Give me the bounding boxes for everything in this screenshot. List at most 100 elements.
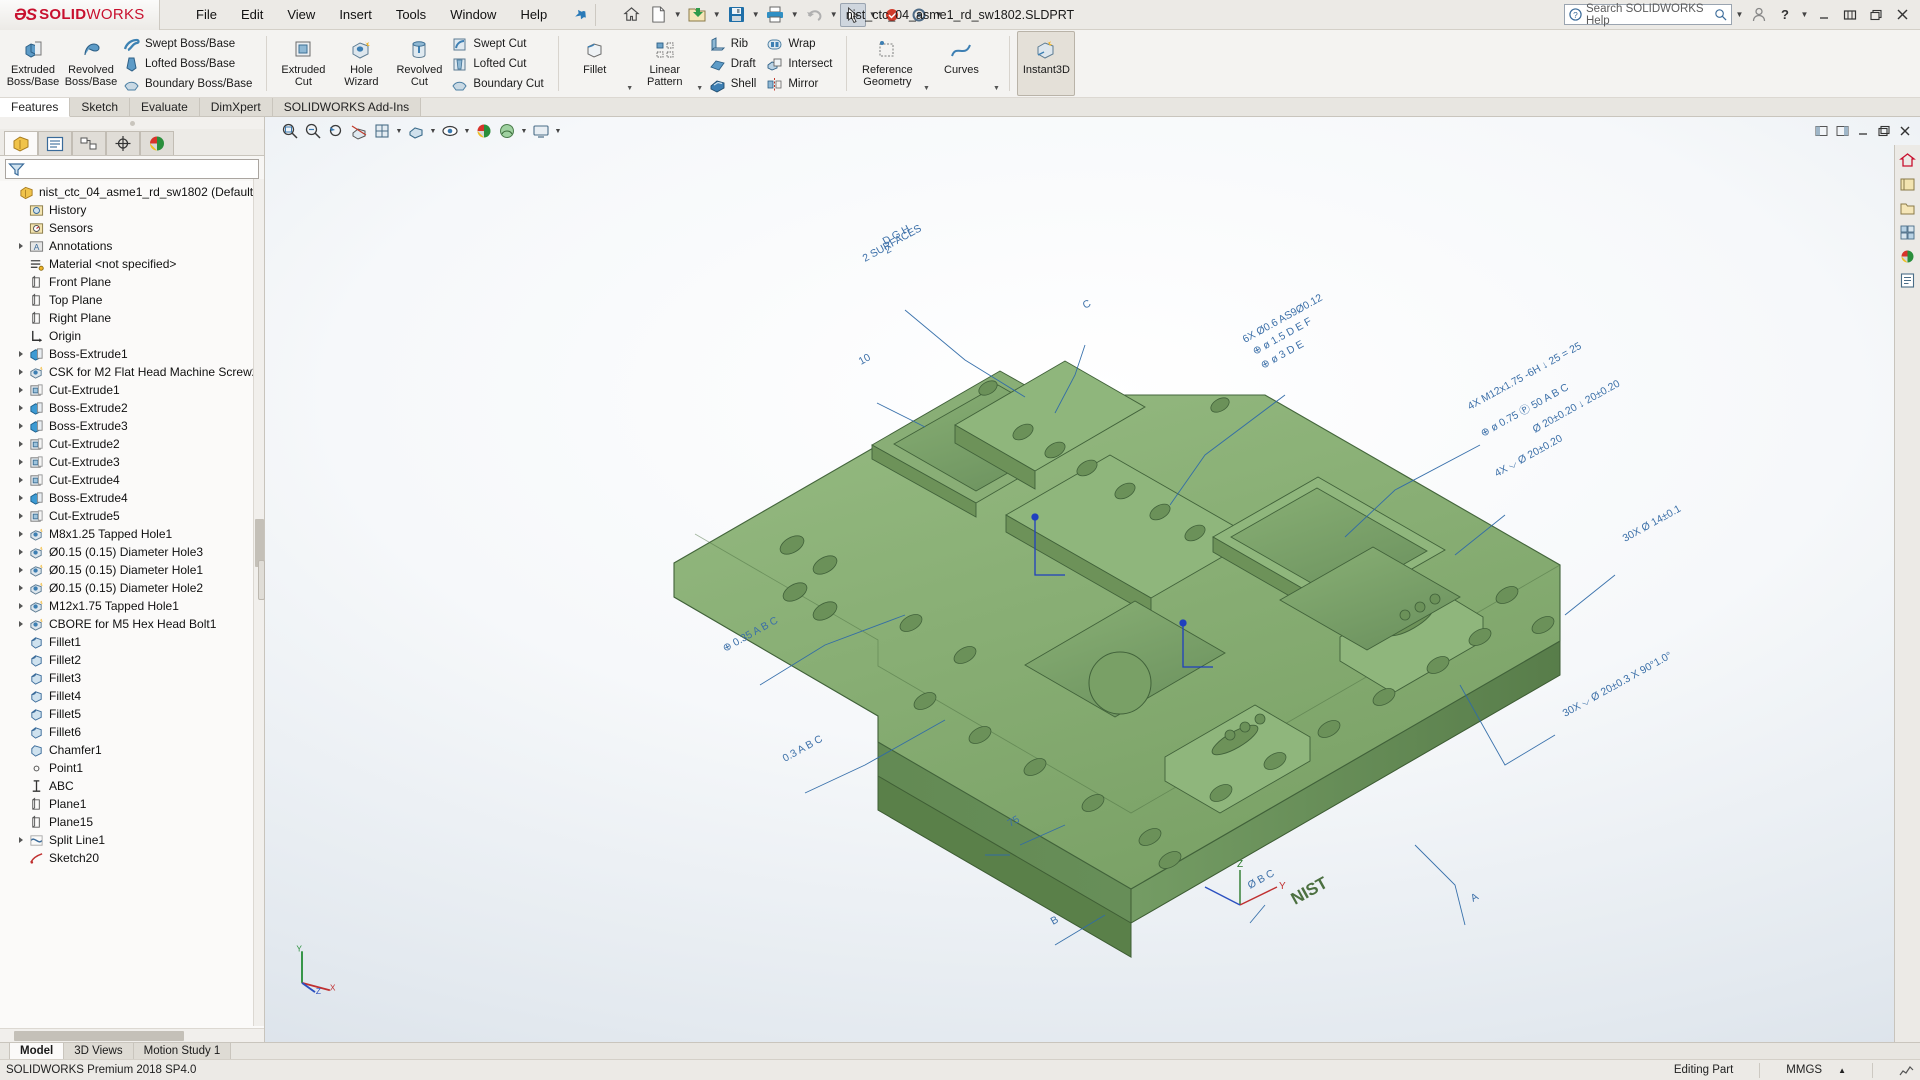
rebuild-icon[interactable]: [879, 3, 905, 27]
view-settings-caret-icon[interactable]: ▼: [553, 120, 563, 142]
menu-file[interactable]: File: [184, 2, 229, 27]
tree-item[interactable]: Fillet3: [0, 669, 264, 687]
user-account-icon[interactable]: [1747, 3, 1771, 27]
display-style-caret-icon[interactable]: ▼: [428, 120, 438, 142]
expand-arrow-icon[interactable]: [14, 513, 28, 519]
linear-pattern-button[interactable]: Linear Pattern: [636, 31, 694, 96]
expand-arrow-icon[interactable]: [14, 585, 28, 591]
expand-arrow-icon[interactable]: [14, 351, 28, 357]
open-folder-icon[interactable]: [684, 3, 710, 27]
view-settings-icon[interactable]: [530, 120, 552, 142]
expand-arrow-icon[interactable]: [14, 459, 28, 465]
expand-arrow-icon[interactable]: [14, 531, 28, 537]
tree-item[interactable]: Fillet6: [0, 723, 264, 741]
tree-item[interactable]: Material <not specified>: [0, 255, 264, 273]
status-units-label[interactable]: MMGS: [1786, 1064, 1822, 1076]
hide-show-items-icon[interactable]: [439, 120, 461, 142]
save-icon[interactable]: [723, 3, 749, 27]
tree-item[interactable]: Plane15: [0, 813, 264, 831]
tree-item[interactable]: M12x1.75 Tapped Hole1: [0, 597, 264, 615]
tree-item[interactable]: Boss-Extrude2: [0, 399, 264, 417]
revolved-cut-button[interactable]: Revolved Cut: [390, 31, 448, 96]
file-explorer-icon[interactable]: [1897, 197, 1919, 219]
design-library-icon[interactable]: [1897, 173, 1919, 195]
menu-tools[interactable]: Tools: [384, 2, 438, 27]
expand-arrow-icon[interactable]: [14, 567, 28, 573]
tree-root-item[interactable]: nist_ctc_04_asme1_rd_sw1802 (Default<Col…: [0, 183, 264, 201]
curves-button[interactable]: Curves: [932, 31, 990, 96]
fillet-button[interactable]: Fillet: [566, 31, 624, 96]
tree-item[interactable]: Front Plane: [0, 273, 264, 291]
tab-evaluate[interactable]: Evaluate: [130, 97, 200, 116]
expand-arrow-icon[interactable]: [14, 441, 28, 447]
view-palette-icon[interactable]: [1897, 221, 1919, 243]
window-restore-icon[interactable]: [1875, 122, 1893, 140]
section-view-icon[interactable]: [348, 120, 370, 142]
tree-item[interactable]: Ø0.15 (0.15) Diameter Hole1: [0, 561, 264, 579]
tree-item[interactable]: Cut-Extrude1: [0, 381, 264, 399]
display-style-icon[interactable]: [405, 120, 427, 142]
custom-properties-icon[interactable]: [1897, 269, 1919, 291]
tree-item[interactable]: History: [0, 201, 264, 219]
tab-dimxpert[interactable]: DimXpert: [199, 97, 273, 116]
tree-item[interactable]: Origin: [0, 327, 264, 345]
configuration-manager-tab[interactable]: [72, 131, 106, 155]
tree-item[interactable]: CBORE for M5 Hex Head Bolt1: [0, 615, 264, 633]
select-cursor-icon[interactable]: [840, 2, 867, 27]
hole-wizard-button[interactable]: Hole Wizard: [332, 31, 390, 96]
window-minimize-icon[interactable]: [1854, 122, 1872, 140]
property-manager-tab[interactable]: [38, 131, 72, 155]
wrap-button[interactable]: Wrap: [763, 34, 839, 54]
extruded-boss-base-button[interactable]: Extruded Boss/Base: [4, 31, 62, 96]
solidworks-resources-icon[interactable]: [1897, 149, 1919, 171]
tree-item[interactable]: Boss-Extrude4: [0, 489, 264, 507]
shell-button[interactable]: Shell: [706, 74, 764, 94]
restore-icon[interactable]: [1838, 3, 1862, 27]
undo-icon[interactable]: [801, 3, 827, 27]
view-orientation-caret-icon[interactable]: ▼: [394, 120, 404, 142]
expand-arrow-icon[interactable]: [14, 423, 28, 429]
help-question-icon[interactable]: ?: [1773, 3, 1797, 27]
status-units-caret-icon[interactable]: ▲: [1838, 1066, 1846, 1075]
tree-item[interactable]: Sensors: [0, 219, 264, 237]
graphics-viewport[interactable]: ▼ ▼ ▼ ▼ ▼ NIST 2 SURFACES D G H 2 10 C 6…: [265, 117, 1920, 1042]
close-icon[interactable]: [1890, 3, 1914, 27]
expand-arrow-icon[interactable]: [14, 243, 28, 249]
draft-button[interactable]: Draft: [706, 54, 764, 74]
status-graph-icon[interactable]: [1899, 1064, 1914, 1077]
feature-manager-tab[interactable]: [4, 131, 38, 155]
swept-cut-button[interactable]: Swept Cut: [448, 34, 550, 54]
tree-item[interactable]: Cut-Extrude2: [0, 435, 264, 453]
tab-sketch[interactable]: Sketch: [70, 97, 131, 116]
tree-item[interactable]: Split Line1: [0, 831, 264, 849]
tree-item[interactable]: A Annotations: [0, 237, 264, 255]
expand-arrow-icon[interactable]: [14, 387, 28, 393]
restore-left-icon[interactable]: [1812, 122, 1830, 140]
undo-caret-icon[interactable]: ▼: [828, 3, 839, 27]
expand-arrow-icon[interactable]: [14, 837, 28, 843]
apply-scene-icon[interactable]: [496, 120, 518, 142]
reference-geometry-caret-icon[interactable]: ▼: [920, 31, 932, 96]
lofted-cut-button[interactable]: Lofted Cut: [448, 54, 550, 74]
tree-item[interactable]: M8x1.25 Tapped Hole1: [0, 525, 264, 543]
swept-boss-base-button[interactable]: Swept Boss/Base: [120, 34, 259, 54]
panel-grip[interactable]: [0, 117, 264, 129]
edit-appearance-icon[interactable]: [473, 120, 495, 142]
zoom-to-fit-icon[interactable]: [279, 120, 301, 142]
dimxpert-manager-tab[interactable]: [106, 131, 140, 155]
view-orientation-icon[interactable]: [371, 120, 393, 142]
bottom-tab-motion-study[interactable]: Motion Study 1: [133, 1043, 232, 1059]
apply-scene-caret-icon[interactable]: ▼: [519, 120, 529, 142]
expand-arrow-icon[interactable]: [14, 621, 28, 627]
expand-arrow-icon[interactable]: [14, 477, 28, 483]
tree-item[interactable]: Fillet1: [0, 633, 264, 651]
display-manager-tab[interactable]: [140, 131, 174, 155]
tree-item[interactable]: Fillet5: [0, 705, 264, 723]
panel-resize-handle[interactable]: [258, 559, 265, 600]
home-icon[interactable]: [618, 3, 644, 27]
select-caret-icon[interactable]: ▼: [867, 3, 878, 27]
search-solidworks-help[interactable]: ? Search SOLIDWORKS Help: [1564, 3, 1732, 27]
tree-item[interactable]: Fillet2: [0, 651, 264, 669]
feature-tree-filter[interactable]: [5, 159, 259, 179]
linear-pattern-caret-icon[interactable]: ▼: [694, 31, 706, 96]
